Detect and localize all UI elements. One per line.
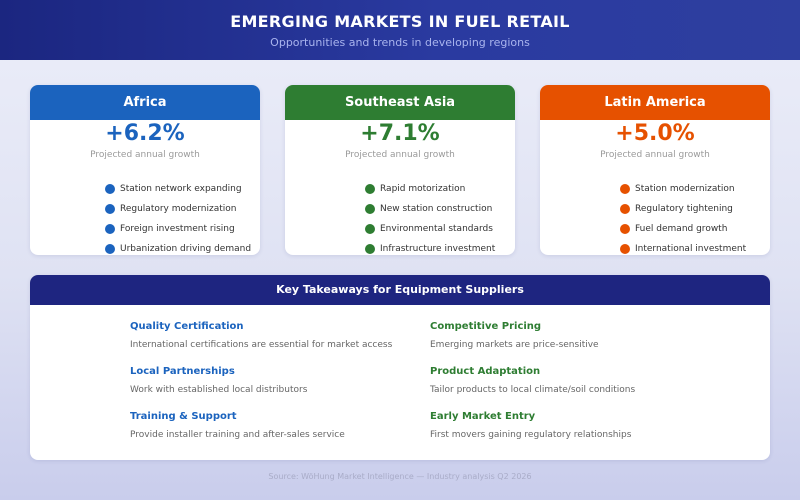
- trend-item: Environmental standards: [365, 219, 515, 239]
- growth-value: +7.1%: [360, 121, 440, 146]
- bullet-dot-icon: [105, 244, 115, 254]
- region-card-africa: Africa +6.2% Projected annual growth Sta…: [30, 85, 260, 255]
- trend-item: Urbanization driving demand: [105, 239, 260, 255]
- growth-value: +5.0%: [615, 121, 695, 146]
- trend-list: Station network expanding Regulatory mod…: [30, 179, 260, 255]
- takeaway-title: Early Market Entry: [430, 411, 536, 422]
- takeaway-title: Quality Certification: [130, 321, 244, 332]
- takeaway-item: Quality Certification International cert…: [130, 321, 430, 350]
- takeaways-title: Key Takeaways for Equipment Suppliers: [30, 275, 770, 305]
- trend-label: New station construction: [380, 204, 493, 214]
- trend-label: Regulatory modernization: [120, 204, 237, 214]
- bullet-dot-icon: [620, 244, 630, 254]
- trend-item: New station construction: [365, 199, 515, 219]
- takeaway-item: Competitive Pricing Emerging markets are…: [430, 321, 730, 350]
- region-name: Southeast Asia: [285, 85, 515, 120]
- trend-item: Station network expanding: [105, 179, 260, 199]
- bullet-dot-icon: [365, 244, 375, 254]
- takeaway-desc: International certifications are essenti…: [130, 340, 393, 350]
- growth-value: +6.2%: [105, 121, 185, 146]
- trend-item: Foreign investment rising: [105, 219, 260, 239]
- trend-label: Rapid motorization: [380, 184, 466, 194]
- source-note: Source: WöHung Market Intelligence — Ind…: [268, 472, 532, 481]
- trend-label: Fuel demand growth: [635, 224, 728, 234]
- page-subtitle: Opportunities and trends in developing r…: [270, 36, 530, 49]
- region-card-latin-america: Latin America +5.0% Projected annual gro…: [540, 85, 770, 255]
- bullet-dot-icon: [105, 224, 115, 234]
- takeaway-title: Training & Support: [130, 411, 237, 422]
- takeaway-item: Training & Support Provide installer tra…: [130, 411, 430, 440]
- region-card-southeast-asia: Southeast Asia +7.1% Projected annual gr…: [285, 85, 515, 255]
- trend-item: Infrastructure investment: [365, 239, 515, 255]
- growth-label: Projected annual growth: [600, 150, 710, 160]
- trend-list: Station modernization Regulatory tighten…: [540, 179, 770, 255]
- takeaway-desc: Tailor products to local climate/soil co…: [430, 385, 636, 395]
- page-header: EMERGING MARKETS IN FUEL RETAIL Opportun…: [0, 0, 800, 60]
- bullet-dot-icon: [365, 204, 375, 214]
- bullet-dot-icon: [620, 184, 630, 194]
- growth-label: Projected annual growth: [345, 150, 455, 160]
- page-title: EMERGING MARKETS IN FUEL RETAIL: [230, 12, 570, 31]
- trend-item: Fuel demand growth: [620, 219, 770, 239]
- takeaway-desc: Provide installer training and after-sal…: [130, 430, 345, 440]
- trend-item: Regulatory modernization: [105, 199, 260, 219]
- trend-label: Environmental standards: [380, 224, 493, 234]
- takeaway-item: Local Partnerships Work with established…: [130, 366, 430, 395]
- region-name: Latin America: [540, 85, 770, 120]
- takeaway-title: Local Partnerships: [130, 366, 235, 377]
- region-name: Africa: [30, 85, 260, 120]
- takeaway-desc: Work with established local distributors: [130, 385, 308, 395]
- trend-label: Station network expanding: [120, 184, 242, 194]
- bullet-dot-icon: [105, 184, 115, 194]
- trend-label: Foreign investment rising: [120, 224, 235, 234]
- bullet-dot-icon: [365, 184, 375, 194]
- takeaways-panel: Key Takeaways for Equipment Suppliers Qu…: [30, 275, 770, 460]
- takeaway-title: Competitive Pricing: [430, 321, 542, 332]
- takeaway-desc: First movers gaining regulatory relation…: [430, 430, 632, 440]
- trend-item: International investment: [620, 239, 770, 255]
- takeaway-title: Product Adaptation: [430, 366, 541, 377]
- trend-list: Rapid motorization New station construct…: [285, 179, 515, 255]
- bullet-dot-icon: [620, 204, 630, 214]
- trend-item: Rapid motorization: [365, 179, 515, 199]
- takeaway-item: Product Adaptation Tailor products to lo…: [430, 366, 730, 395]
- bullet-dot-icon: [620, 224, 630, 234]
- bullet-dot-icon: [105, 204, 115, 214]
- trend-label: Infrastructure investment: [380, 244, 496, 254]
- trend-label: Station modernization: [635, 184, 735, 194]
- trend-label: International investment: [635, 244, 747, 254]
- trend-label: Urbanization driving demand: [120, 244, 252, 254]
- trend-item: Station modernization: [620, 179, 770, 199]
- trend-label: Regulatory tightening: [635, 204, 733, 214]
- takeaway-desc: Emerging markets are price-sensitive: [430, 340, 599, 350]
- takeaway-item: Early Market Entry First movers gaining …: [430, 411, 730, 440]
- growth-label: Projected annual growth: [90, 150, 200, 160]
- bullet-dot-icon: [365, 224, 375, 234]
- trend-item: Regulatory tightening: [620, 199, 770, 219]
